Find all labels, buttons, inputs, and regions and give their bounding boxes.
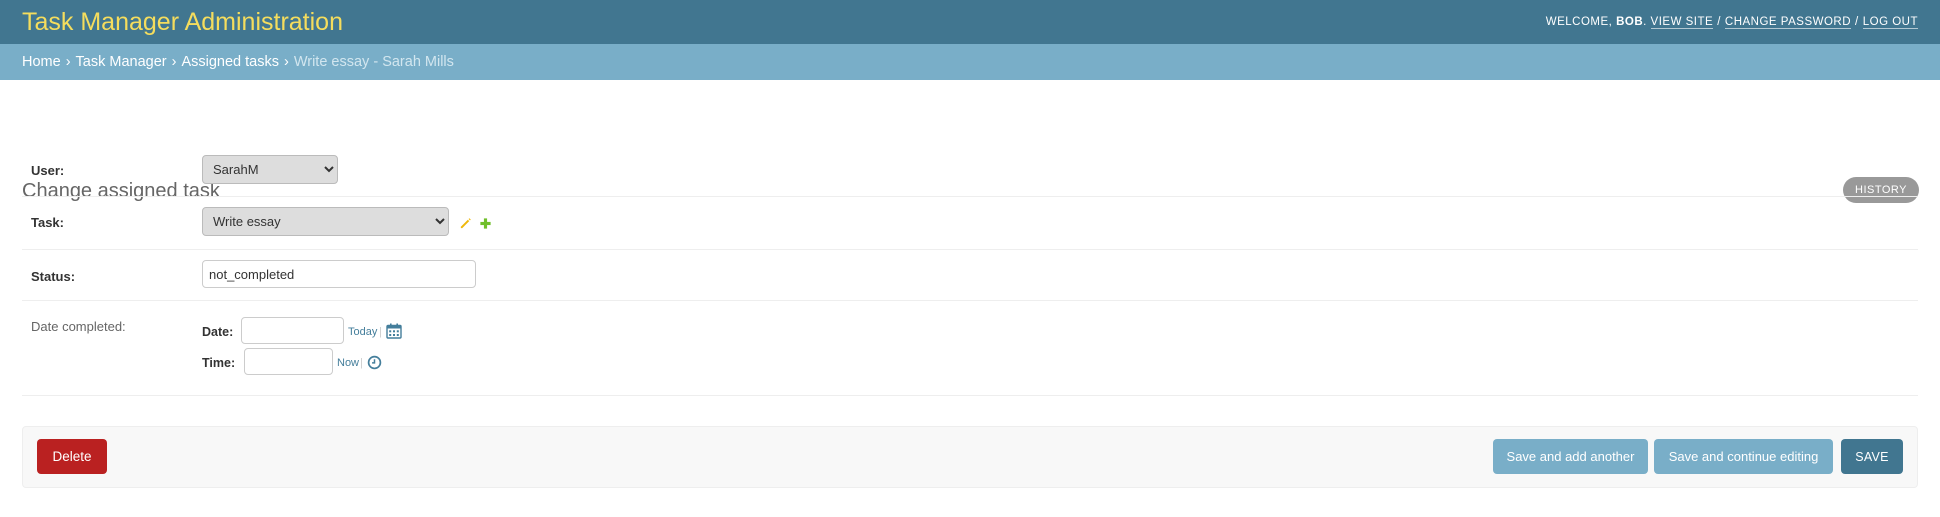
header: Task Manager Administration Welcome, BOB… xyxy=(0,0,1940,44)
clock-icon[interactable] xyxy=(367,355,382,375)
username: BOB xyxy=(1616,16,1644,28)
breadcrumb-task-manager[interactable]: Task Manager xyxy=(76,54,167,70)
form-row-status: Status: xyxy=(22,250,1918,301)
view-site-link[interactable]: View site xyxy=(1650,16,1714,29)
user-select[interactable]: SarahM xyxy=(202,155,338,184)
site-name[interactable]: Task Manager Administration xyxy=(22,9,343,35)
log-out-link[interactable]: Log out xyxy=(1862,16,1918,29)
save-and-add-another-button[interactable]: Save and add another xyxy=(1493,439,1648,474)
shortcut-separator: | xyxy=(379,326,382,338)
form-row-task: Task: Write essay xyxy=(22,197,1918,250)
breadcrumb-current: Write essay - Sarah Mills xyxy=(293,54,454,70)
date-label: Date: xyxy=(202,325,234,339)
user-tools-separator: / xyxy=(1855,16,1859,28)
breadcrumb-separator: › xyxy=(283,54,289,70)
delete-button[interactable]: Delete xyxy=(37,439,107,474)
pencil-icon[interactable] xyxy=(459,217,472,235)
form-row-user: User: SarahM xyxy=(22,143,1918,197)
breadcrumb: Home › Task Manager › Assigned tasks › W… xyxy=(0,44,1940,80)
task-label: Task: xyxy=(31,215,64,230)
today-link[interactable]: Today xyxy=(348,326,377,338)
time-input[interactable] xyxy=(244,348,333,375)
now-link[interactable]: Now xyxy=(337,357,359,369)
breadcrumb-separator: › xyxy=(171,54,177,70)
calendar-icon[interactable] xyxy=(386,323,402,344)
status-label: Status: xyxy=(31,269,76,284)
submit-row: Delete Save and add another Save and con… xyxy=(22,426,1918,488)
user-tools: Welcome, BOB. View site / Change password /… xyxy=(1545,16,1918,29)
plus-icon[interactable] xyxy=(479,217,492,235)
form-row-date-completed: Date completed: Date: Today | Time: Now … xyxy=(22,301,1918,396)
save-and-continue-button[interactable]: Save and continue editing xyxy=(1654,439,1833,474)
change-password-link[interactable]: Change password xyxy=(1724,16,1852,29)
save-button[interactable]: Save xyxy=(1841,439,1903,474)
date-input[interactable] xyxy=(241,317,344,344)
breadcrumb-home[interactable]: Home xyxy=(22,54,61,70)
user-tools-separator: / xyxy=(1717,16,1721,28)
task-select[interactable]: Write essay xyxy=(202,207,449,236)
shortcut-separator: | xyxy=(360,357,363,369)
date-completed-label: Date completed: xyxy=(31,319,126,334)
user-label: User: xyxy=(31,163,65,178)
breadcrumb-separator: › xyxy=(65,54,71,70)
breadcrumb-assigned-tasks[interactable]: Assigned tasks xyxy=(181,54,279,70)
welcome-text: Welcome, xyxy=(1545,16,1613,28)
status-input[interactable] xyxy=(202,260,476,288)
time-label: Time: xyxy=(202,356,236,370)
